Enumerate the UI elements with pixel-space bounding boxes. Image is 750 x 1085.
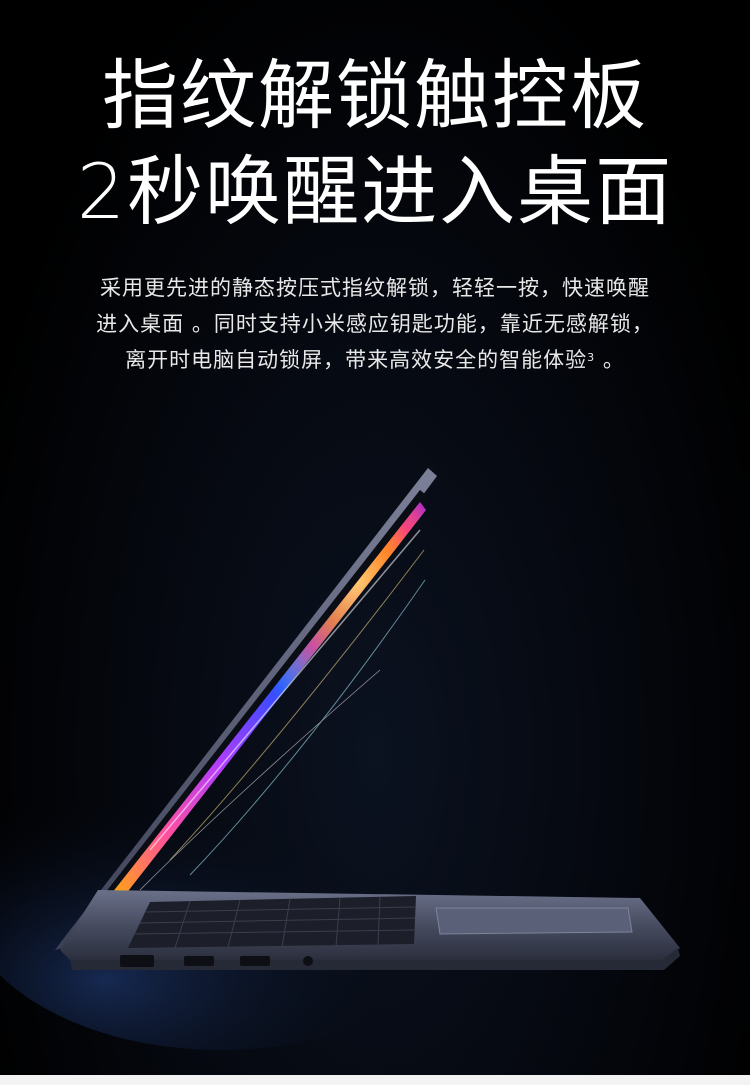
product-feature-panel: 指纹解锁触控板 2秒唤醒进入桌面 采用更先进的静态按压式指纹解锁，轻轻一按，快速… [0, 0, 750, 1075]
description-line-2: 进入桌面 。同时支持小米感应钥匙功能，靠近无感解锁， [96, 312, 654, 336]
headline-line-1: 指纹解锁触控板 [102, 51, 648, 140]
headline-line-2: 2秒唤醒进入桌面 [76, 147, 674, 236]
footnote-marker: 3 [587, 351, 596, 364]
description-line-3: 离开时电脑自动锁屏，带来高效安全的智能体验3 。 [40, 342, 710, 378]
description-line-1: 采用更先进的静态按压式指纹解锁，轻轻一按，快速唤醒 [100, 276, 650, 300]
fingerprint-touchpad [435, 907, 633, 935]
description-line-3-end: 。 [595, 348, 625, 372]
hdmi-port [120, 955, 154, 967]
feature-headline: 指纹解锁触控板 2秒唤醒进入桌面 [0, 48, 750, 240]
feature-description: 采用更先进的静态按压式指纹解锁，轻轻一按，快速唤醒 进入桌面 。同时支持小米感应… [40, 270, 710, 378]
usb-port-1 [184, 956, 214, 966]
usb-port-2 [240, 956, 270, 966]
bottom-divider [0, 1075, 750, 1085]
laptop-image [0, 468, 680, 1050]
ambient-glow [0, 730, 480, 1050]
audio-jack [303, 956, 313, 966]
description-line-3-text: 离开时电脑自动锁屏，带来高效安全的智能体验 [125, 348, 588, 372]
